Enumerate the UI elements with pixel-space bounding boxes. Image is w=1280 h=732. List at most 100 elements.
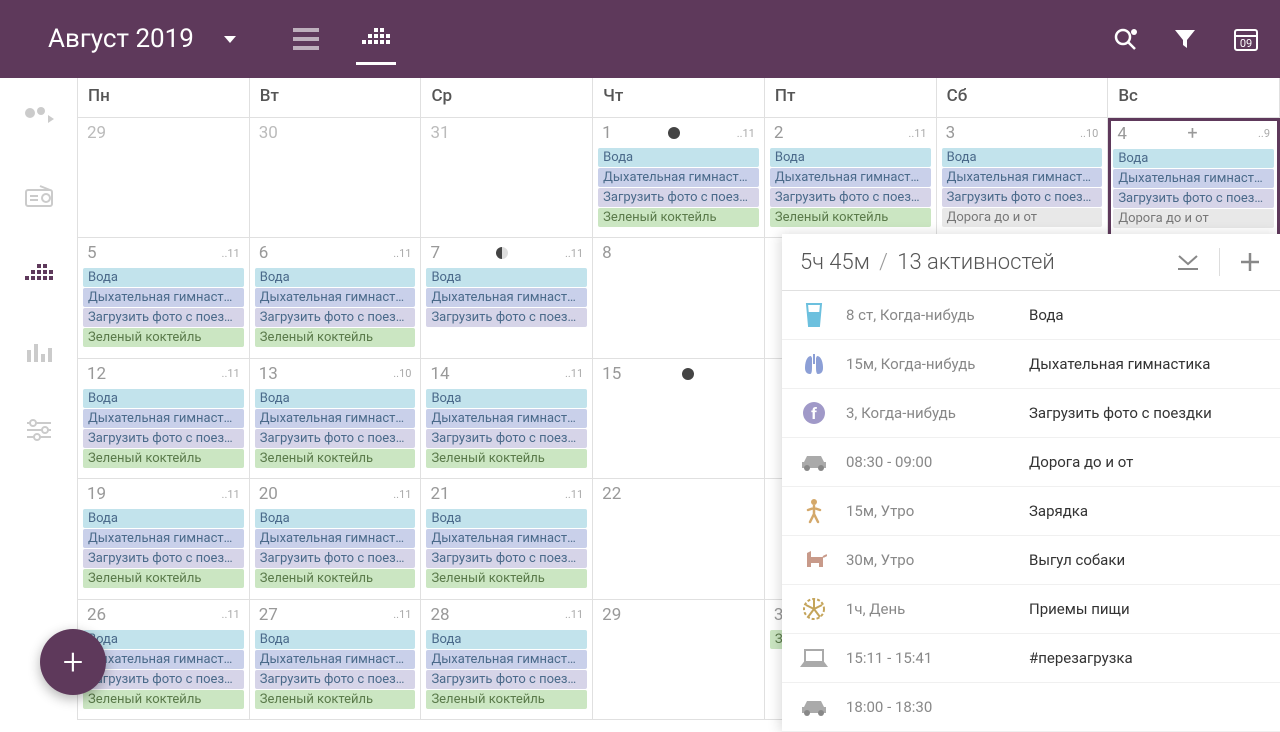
day-cell[interactable]: 7..11ВодаДыхательная гимнастикаЗагрузить… [421,238,593,357]
calendar-event[interactable]: Дыхательная гимнастика [255,529,416,548]
day-cell[interactable]: 29 [78,118,250,237]
calendar-event[interactable]: Загрузить фото с поездки [426,308,587,327]
calendar-event[interactable]: Зеленый коктейль [83,569,244,588]
calendar-event[interactable]: Загрузить фото с поездки [255,308,416,327]
day-cell[interactable]: 14..11ВодаДыхательная гимнастикаЗагрузит… [421,359,593,478]
calendar-event[interactable]: Загрузить фото с поездки [83,549,244,568]
calendar-event[interactable]: Дыхательная гимнастика [426,409,587,428]
calendar-event[interactable]: Загрузить фото с поездки [255,670,416,689]
calendar-event[interactable]: Загрузить фото с поездки [598,188,759,207]
calendar-event[interactable]: Вода [255,268,416,287]
calendar-event[interactable]: Зеленый коктейль [255,449,416,468]
calendar-event[interactable]: Дорога до и от [942,208,1103,227]
detail-add-icon[interactable] [1238,250,1262,274]
detail-item[interactable]: 1ч, ДеньПриемы пищи [782,585,1280,634]
calendar-event[interactable]: Загрузить фото с поездки [83,429,244,448]
day-cell[interactable]: 21..11ВодаДыхательная гимнастикаЗагрузит… [421,479,593,598]
calendar-event[interactable]: Дорога до и от [1113,209,1274,228]
calendar-event[interactable]: Дыхательная гимнастика [255,409,416,428]
calendar-event[interactable]: Дыхательная гимнастика [426,529,587,548]
calendar-event[interactable]: Загрузить фото с поездки [426,549,587,568]
day-cell[interactable]: 19..11ВодаДыхательная гимнастикаЗагрузит… [78,479,250,598]
calendar-event[interactable]: Дыхательная гимнастика [426,288,587,307]
month-selector[interactable]: Август 2019 [48,24,236,54]
calendar-event[interactable]: Вода [598,148,759,167]
detail-item[interactable]: 15м, УтроЗарядка [782,487,1280,536]
calendar-event[interactable]: Загрузить фото с поездки [83,308,244,327]
calendar-event[interactable]: Вода [770,148,931,167]
calendar-event[interactable]: Вода [255,630,416,649]
sidebar-stats-icon[interactable] [19,332,59,372]
day-cell[interactable]: 6..11ВодаДыхательная гимнастикаЗагрузить… [250,238,422,357]
filter-icon[interactable] [1173,27,1197,51]
day-cell[interactable]: 22 [593,479,765,598]
calendar-event[interactable]: Зеленый коктейль [83,690,244,709]
calendar-event[interactable]: Зеленый коктейль [255,690,416,709]
calendar-event[interactable]: Загрузить фото с поездки [942,188,1103,207]
search-icon[interactable] [1112,26,1138,52]
day-cell[interactable]: 13..10ВодаДыхательная гимнастикаЗагрузит… [250,359,422,478]
calendar-event[interactable]: Дыхательная гимнастика [770,168,931,187]
calendar-event[interactable]: Загрузить фото с поездки [770,188,931,207]
calendar-event[interactable]: Загрузить фото с поездки [255,429,416,448]
calendar-event[interactable]: Зеленый коктейль [598,208,759,227]
calendar-event[interactable]: Зеленый коктейль [770,208,931,227]
calendar-event[interactable]: Зеленый коктейль [83,328,244,347]
calendar-event[interactable]: Вода [942,148,1103,167]
list-view-toggle[interactable] [286,19,326,59]
day-cell[interactable]: 3..10ВодаДыхательная гимнастикаЗагрузить… [937,118,1109,237]
detail-item[interactable]: 08:30 - 09:00Дорога до и от [782,438,1280,487]
calendar-event[interactable]: Вода [426,509,587,528]
day-cell[interactable]: 20..11ВодаДыхательная гимнастикаЗагрузит… [250,479,422,598]
detail-item[interactable]: 8 ст, Когда-нибудьВода [782,291,1280,340]
grid-view-toggle[interactable] [356,14,396,65]
calendar-event[interactable]: Вода [1113,149,1274,168]
sidebar-calendar-icon[interactable] [19,254,59,294]
calendar-event[interactable]: Загрузить фото с поездки [83,670,244,689]
calendar-event[interactable]: Вода [255,389,416,408]
calendar-event[interactable]: Дыхательная гимнастика [83,288,244,307]
calendar-event[interactable]: Вода [426,389,587,408]
calendar-event[interactable]: Зеленый коктейль [426,449,587,468]
today-calendar-icon[interactable]: 09 [1232,25,1260,53]
detail-item[interactable]: 18:00 - 18:30 [782,683,1280,732]
calendar-event[interactable]: Вода [255,509,416,528]
calendar-event[interactable]: Дыхательная гимнастика [83,650,244,669]
sidebar-activities-icon[interactable] [19,98,59,138]
calendar-event[interactable]: Дыхательная гимнастика [1113,169,1274,188]
calendar-event[interactable]: Дыхательная гимнастика [255,288,416,307]
calendar-event[interactable]: Загрузить фото с поездки [426,670,587,689]
sidebar-radio-icon[interactable] [19,176,59,216]
detail-item[interactable]: 15:11 - 15:41#перезагрузка [782,634,1280,683]
calendar-event[interactable]: Зеленый коктейль [83,449,244,468]
day-cell[interactable]: 28..11ВодаДыхательная гимнастикаЗагрузит… [421,600,593,719]
calendar-event[interactable]: Дыхательная гимнастика [255,650,416,669]
calendar-event[interactable]: Дыхательная гимнастика [598,168,759,187]
calendar-event[interactable]: Зеленый коктейль [255,328,416,347]
day-cell[interactable]: 12..11ВодаДыхательная гимнастикаЗагрузит… [78,359,250,478]
detail-item[interactable]: 15м, Когда-нибудьДыхательная гимнастика [782,340,1280,389]
calendar-event[interactable]: Загрузить фото с поездки [1113,189,1274,208]
calendar-event[interactable]: Зеленый коктейль [255,569,416,588]
detail-item[interactable]: f3, Когда-нибудьЗагрузить фото с поездки [782,389,1280,438]
calendar-event[interactable]: Зеленый коктейль [426,569,587,588]
day-cell[interactable]: 4+..9ВодаДыхательная гимнастикаЗагрузить… [1108,118,1280,237]
calendar-event[interactable]: Зеленый коктейль [426,690,587,709]
day-cell[interactable]: 8 [593,238,765,357]
day-cell[interactable]: 31 [421,118,593,237]
day-cell[interactable]: 5..11ВодаДыхательная гимнастикаЗагрузить… [78,238,250,357]
calendar-event[interactable]: Вода [83,268,244,287]
calendar-event[interactable]: Загрузить фото с поездки [255,549,416,568]
fab-add-button[interactable]: + [40,629,106,695]
sidebar-settings-icon[interactable] [19,410,59,450]
detail-collapse-icon[interactable] [1175,252,1201,272]
day-cell[interactable]: 15 [593,359,765,478]
calendar-event[interactable]: Дыхательная гимнастика [83,529,244,548]
day-cell[interactable]: 2..11ВодаДыхательная гимнастикаЗагрузить… [765,118,937,237]
calendar-event[interactable]: Вода [426,630,587,649]
day-cell[interactable]: 30 [250,118,422,237]
day-cell[interactable]: 29 [593,600,765,719]
calendar-event[interactable]: Вода [83,389,244,408]
day-cell[interactable]: 27..11ВодаДыхательная гимнастикаЗагрузит… [250,600,422,719]
calendar-event[interactable]: Загрузить фото с поездки [426,429,587,448]
